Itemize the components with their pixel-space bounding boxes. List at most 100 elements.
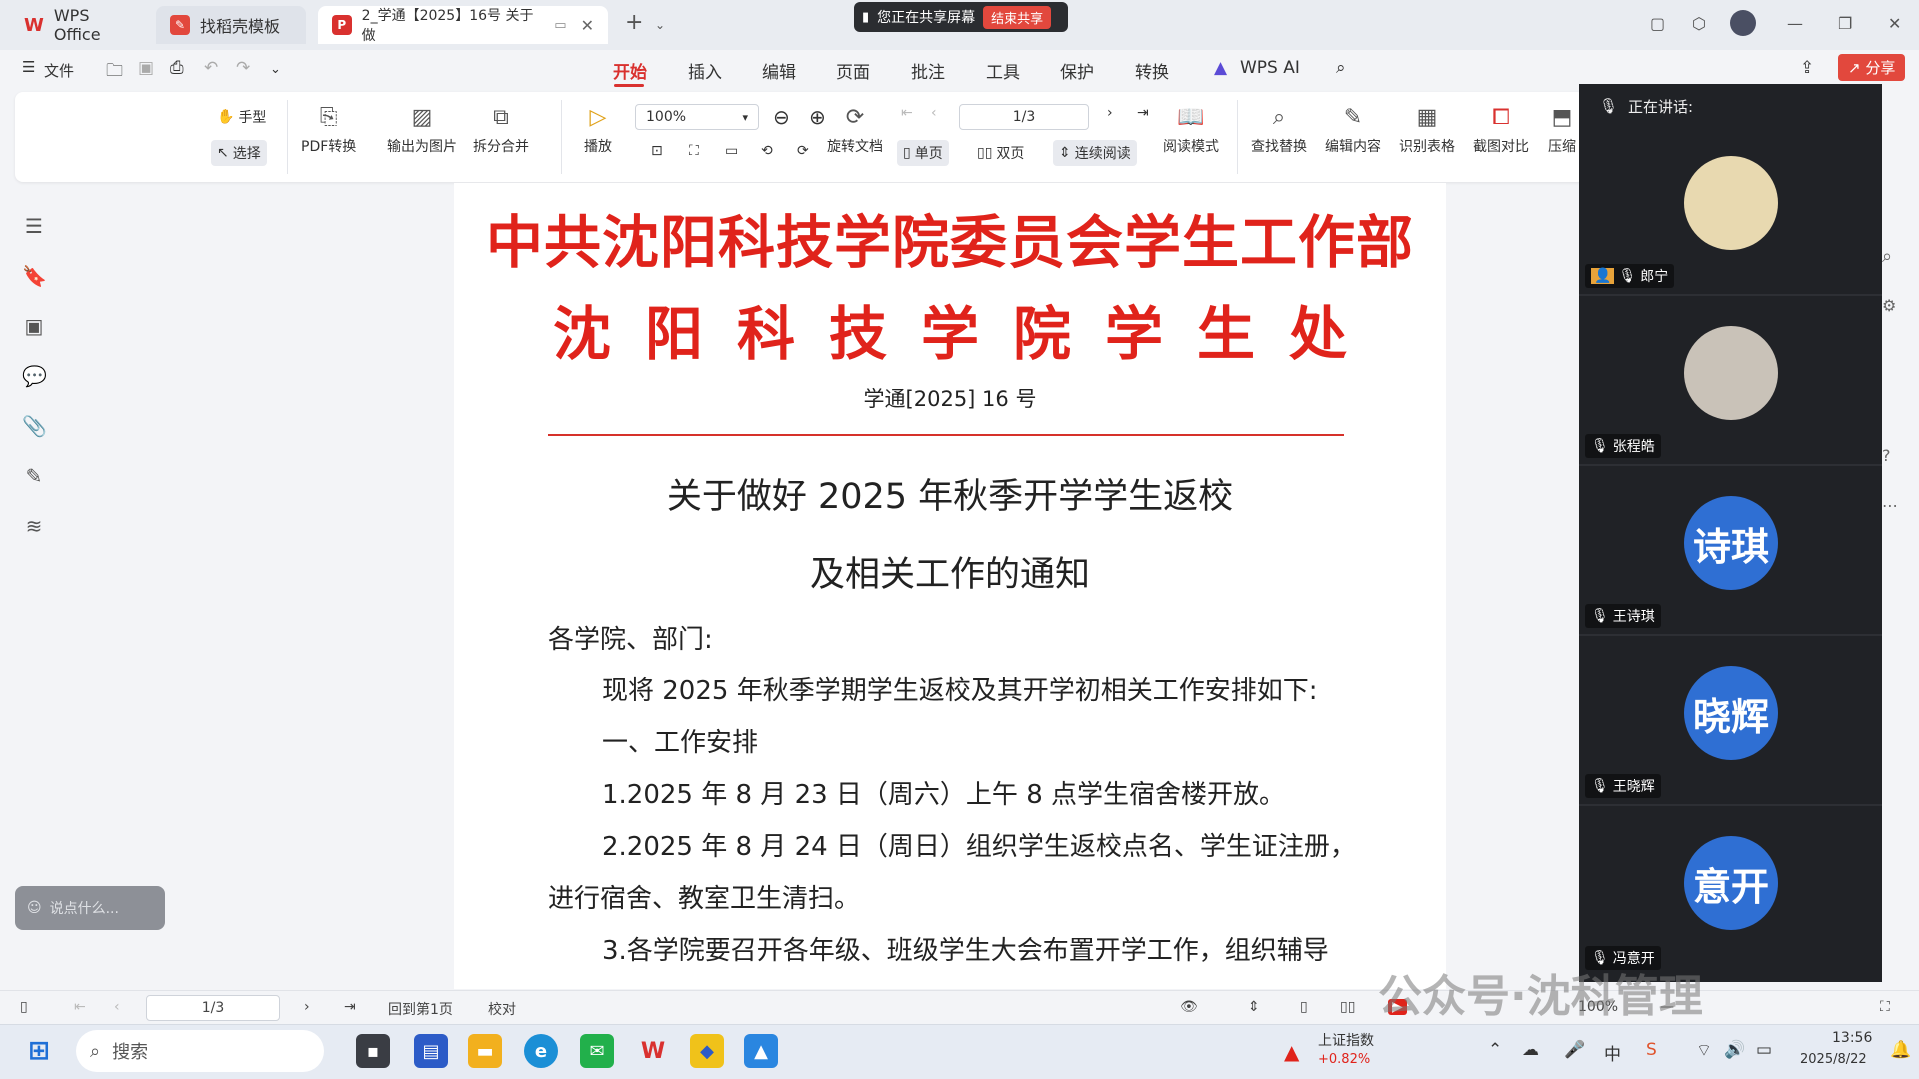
prev-page-icon[interactable]: ‹ [925,102,943,124]
wifi-icon[interactable]: ⌔ [1696,1040,1712,1061]
menu-annotate[interactable]: 批注 [911,58,945,83]
single-page-button[interactable]: ▯ 单页 [897,140,949,166]
cloud-upload-icon[interactable]: ⇪ [1800,58,1814,78]
menu-wps-ai[interactable]: WPS AI [1240,58,1300,78]
screenshot-compare-button[interactable]: ⧠ 截图对比 [1473,102,1529,156]
tool-icon[interactable]: ⚙ [1882,296,1896,315]
wps-icon[interactable]: W [636,1034,670,1068]
rotate-right-icon[interactable]: ⟳ [791,140,815,162]
chevron-up-icon[interactable]: ⌃ [1488,1040,1502,1060]
layers-icon[interactable]: ≋ [22,514,46,538]
status-page-input[interactable]: 1/3 [146,995,280,1021]
thumbnail-icon[interactable]: ▣ [22,314,46,338]
tab-wps-office[interactable]: W WPS Office [10,6,148,44]
last-page-icon[interactable]: ⇥ [344,999,356,1015]
edit-content-button[interactable]: ✎ 编辑内容 [1325,102,1381,156]
cloud-off-icon[interactable]: ☁ [1522,1040,1539,1060]
rotate-left-icon[interactable]: ⟲ [755,140,779,162]
participant-card[interactable]: 晓辉 🎙 王晓辉 [1579,638,1882,806]
app-tray-icon[interactable]: S [1646,1040,1657,1060]
attachment-icon[interactable]: 📎 [22,414,47,438]
page-number-input[interactable]: 1/3 [959,104,1089,130]
participant-card[interactable]: 意开 🎙 冯意开 [1579,808,1882,976]
prev-page-icon[interactable]: ‹ [114,999,120,1015]
menu-page[interactable]: 页面 [836,58,870,83]
zoom-out-icon[interactable]: ⊖ [767,102,796,132]
more-icon[interactable]: ⋯ [1882,496,1898,515]
next-page-icon[interactable]: › [1101,102,1119,124]
actual-size-icon[interactable]: ⊡ [645,140,669,162]
play-button[interactable]: ▷ 播放 [583,102,613,156]
zoom-select[interactable]: 100% ▾ [635,104,759,130]
battery-icon[interactable]: ▭ [1756,1040,1772,1060]
search-icon[interactable]: ⌕ [1882,246,1892,267]
close-window-icon[interactable]: ✕ [1888,14,1901,33]
close-tab-icon[interactable]: ✕ [581,16,594,35]
continuous-view-icon[interactable]: ⇕ [1248,999,1260,1015]
signature-icon[interactable]: ✎ [22,464,46,488]
redo-icon[interactable]: ↷ [236,58,250,78]
recognize-table-button[interactable]: ▦ 识别表格 [1399,102,1455,156]
fullscreen-icon[interactable]: ⛶ [1880,999,1890,1015]
menu-file[interactable]: 文件 [44,60,74,81]
fit-width-icon[interactable]: ▭ [719,140,744,162]
menu-protect[interactable]: 保护 [1060,58,1094,83]
split-merge-button[interactable]: ⧉ 拆分合并 [473,102,529,156]
rotate-doc-button[interactable]: ⟳ 旋转文档 [827,102,883,156]
double-page-button[interactable]: ▯▯ 双页 [971,140,1030,166]
microphone-icon[interactable]: 🎤 [1564,1040,1585,1060]
open-folder-icon[interactable]: 🗀 [106,58,123,87]
print-icon[interactable]: ⎙ [170,58,184,78]
security-icon[interactable]: ◆ [690,1034,724,1068]
find-replace-button[interactable]: ⌕ 查找替换 [1251,102,1307,156]
participant-card[interactable]: 👤 🎙 郎宁 [1579,128,1882,296]
continuous-read-button[interactable]: ⇕ 连续阅读 [1053,140,1137,166]
search-icon[interactable]: ⌕ [1336,58,1346,78]
undo-icon[interactable]: ↶ [204,58,218,78]
edge-icon[interactable]: e [524,1034,558,1068]
menu-edit[interactable]: 编辑 [762,58,796,83]
select-tool-button[interactable]: ↖ 选择 [211,140,267,166]
comment-icon[interactable]: 💬 [22,364,47,388]
file-explorer-icon[interactable]: ▬ [468,1034,502,1068]
windows-start-icon[interactable]: ⊞ [22,1034,56,1068]
reading-mode-button[interactable]: 📖 阅读模式 [1163,102,1219,156]
store-icon[interactable]: ▤ [414,1034,448,1068]
tab-docer[interactable]: ✎ 找稻壳模板 [156,6,306,44]
next-page-icon[interactable]: › [304,999,310,1015]
volume-icon[interactable]: 🔊 [1724,1040,1745,1060]
taskbar-search[interactable]: ⌕ 搜索 [76,1030,324,1072]
menu-insert[interactable]: 插入 [688,58,722,83]
clock-time[interactable]: 13:56 [1832,1030,1872,1046]
wechat-icon[interactable]: ✉ [580,1034,614,1068]
ime-icon[interactable]: 中 [1604,1040,1621,1065]
menu-convert[interactable]: 转换 [1135,58,1169,83]
fit-page-icon[interactable]: ⛶ [683,140,705,162]
cube-icon[interactable]: ⬡ [1692,14,1706,33]
user-avatar[interactable] [1730,10,1756,36]
notification-icon[interactable]: 🔔 [1890,1040,1911,1060]
export-image-button[interactable]: ▨ 输出为图片 [387,102,457,156]
last-page-icon[interactable]: ⇥ [1131,102,1155,124]
single-view-icon[interactable]: ▯ [1300,999,1308,1015]
menu-tools[interactable]: 工具 [986,58,1020,83]
bookmark-icon[interactable]: 🔖 [22,264,47,288]
minimize-icon[interactable]: — [1787,14,1803,33]
menu-start[interactable]: 开始 [613,58,647,83]
hand-tool-button[interactable]: ✋ 手型 [211,104,272,130]
chevron-down-icon[interactable]: ⌄ [655,18,665,32]
sidebar-toggle-icon[interactable]: ▯ [20,999,28,1015]
first-page-icon[interactable]: ⇤ [74,999,86,1015]
participant-card[interactable]: 🎙 张程皓 [1579,298,1882,466]
stock-name[interactable]: 上证指数 [1318,1030,1374,1050]
hamburger-icon[interactable]: ☰ [22,58,35,76]
chat-input[interactable]: ☺ 说点什么... [15,886,165,930]
meeting-app-icon[interactable]: ▲ [744,1034,778,1068]
window-icon[interactable]: ▢ [1650,14,1665,33]
pdf-convert-button[interactable]: ⎘ PDF转换 [301,102,356,156]
save-icon[interactable]: ▣ [138,58,154,78]
chevron-down-icon[interactable]: ⌄ [270,62,281,77]
outline-icon[interactable]: ☰ [22,214,46,238]
proofread-button[interactable]: 校对 [488,999,516,1019]
stop-share-button[interactable]: 结束共享 [983,5,1052,29]
